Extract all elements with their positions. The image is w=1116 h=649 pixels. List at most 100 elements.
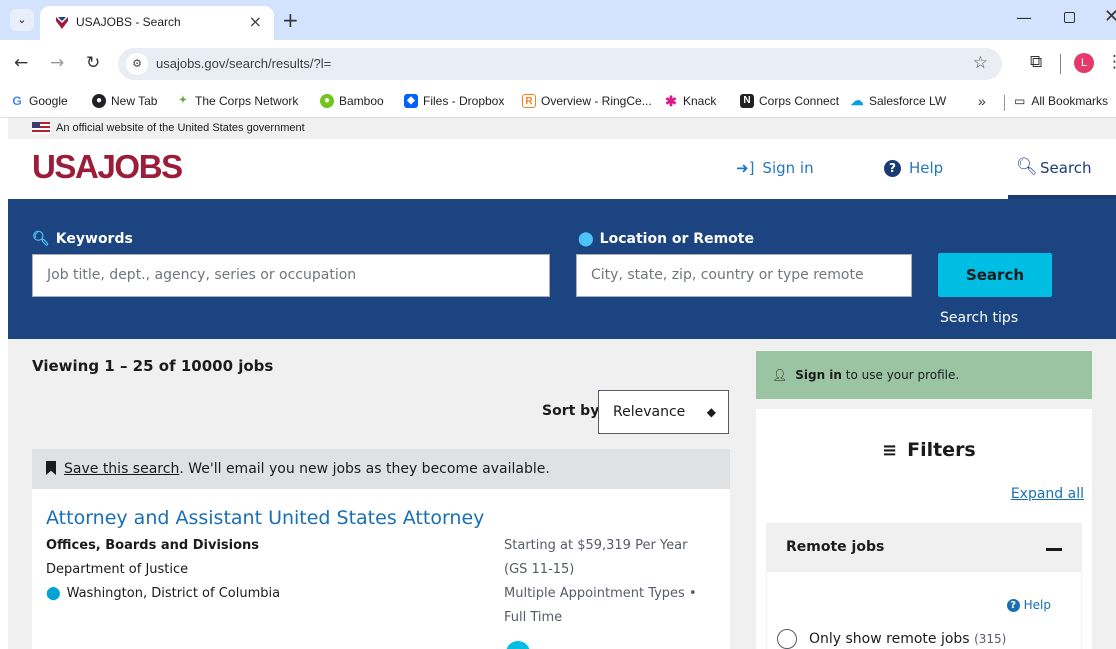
signin-prompt-link[interactable]: Sign in — [795, 368, 842, 382]
bookmark-icon — [46, 461, 56, 475]
expand-all-link[interactable]: Expand all — [1011, 486, 1084, 502]
job-location-text: Washington, District of Columbia — [66, 586, 281, 601]
sign-in-icon: ➜] — [736, 159, 755, 177]
collapse-minus-icon[interactable] — [1046, 548, 1062, 551]
job-title-link[interactable]: Attorney and Assistant United States Att… — [46, 507, 484, 529]
job-org: Offices, Boards and Divisions — [46, 538, 260, 553]
location-label: ⬤ Location or Remote — [578, 231, 754, 247]
salesforce-icon: ☁ — [850, 93, 864, 108]
chrome-icon: ● — [92, 94, 106, 108]
filter-lines-icon: ≡ — [882, 439, 898, 461]
usajobs-favicon-icon — [54, 15, 70, 31]
google-icon: G — [10, 94, 24, 108]
job-grade: (GS 11-15) — [504, 562, 575, 577]
job-department: Department of Justice — [46, 562, 189, 577]
search-tips-link[interactable]: Search tips — [940, 310, 1018, 326]
location-pin-icon: ⬤ — [578, 231, 594, 247]
nav-search-label: Search — [1040, 159, 1092, 177]
filters-sidebar: 👤︎ Sign in to use your profile. ≡ Filters… — [756, 351, 1092, 649]
save-search-link[interactable]: Save this search — [64, 461, 179, 477]
bookmarks-divider — [1004, 95, 1005, 111]
bookmark-corps-connect[interactable]: N Corps Connect — [740, 94, 839, 108]
bookmark-label: Corps Connect — [759, 94, 840, 108]
browser-menu-icon[interactable]: ⋮ — [1106, 52, 1116, 72]
nav-help[interactable]: ? Help — [884, 159, 943, 177]
window-maximize-icon[interactable] — [1064, 12, 1075, 23]
bookmark-bamboo[interactable]: ● Bamboo — [320, 94, 384, 108]
bookmark-dropbox[interactable]: ◆ Files - Dropbox — [404, 94, 504, 108]
bookmark-label: Knack — [683, 94, 717, 108]
knack-icon: ✱ — [664, 93, 678, 109]
results-count: Viewing 1 – 25 of 10000 jobs — [32, 357, 274, 375]
search-icon: 🔍︎ — [1016, 157, 1038, 177]
profile-avatar[interactable]: L — [1074, 53, 1094, 73]
browser-tab-active[interactable]: USAJOBS - Search × — [40, 6, 274, 40]
all-bookmarks-label: All Bookmarks — [1031, 94, 1109, 108]
search-button[interactable]: Search — [938, 253, 1052, 297]
site-info-icon[interactable]: ⚙ — [126, 53, 148, 75]
bookmark-label: The Corps Network — [195, 94, 299, 108]
bookmark-new-tab[interactable]: ● New Tab — [92, 94, 157, 108]
corps-connect-icon: N — [740, 94, 754, 108]
back-arrow-icon[interactable]: ← — [14, 53, 28, 73]
nav-sign-in-label: Sign in — [762, 159, 814, 177]
all-bookmarks-button[interactable]: ▭ All Bookmarks — [1014, 94, 1108, 108]
browser-toolbar: ← → ↻ ⚙ usajobs.gov/search/results/?l= ☆… — [0, 40, 1116, 88]
help-icon: ? — [1006, 598, 1020, 612]
remote-help-label: Help — [1023, 598, 1051, 612]
remote-jobs-heading[interactable]: Remote jobs — [786, 539, 884, 555]
tab-close-icon[interactable]: × — [249, 12, 262, 31]
save-search-text: . We'll email you new jobs as they becom… — [179, 461, 550, 477]
bookmark-star-icon[interactable]: ☆ — [973, 53, 988, 73]
nav-sign-in[interactable]: ➜] Sign in — [736, 159, 814, 177]
job-salary: Starting at $59,319 Per Year — [504, 538, 688, 553]
bookmark-corps-network[interactable]: ✦ The Corps Network — [176, 94, 298, 108]
extensions-icon[interactable]: ⧉ — [1030, 52, 1042, 72]
job-schedule: Full Time — [504, 610, 563, 625]
usajobs-logo[interactable]: USAJOBS — [32, 148, 183, 186]
bookmark-knack[interactable]: ✱ Knack — [664, 94, 716, 108]
remote-count: (315) — [974, 632, 1007, 646]
bookmark-label: Google — [29, 94, 68, 108]
window-close-icon[interactable]: ✕ — [1104, 6, 1116, 27]
nav-search[interactable]: 🔍︎ Search — [1008, 139, 1116, 199]
site-header: USAJOBS ➜] Sign in ? Help 🔍︎ Search — [8, 139, 1116, 199]
location-input[interactable]: City, state, zip, country or type remote — [576, 254, 912, 297]
location-label-text: Location or Remote — [599, 231, 754, 247]
bookmark-label: Files - Dropbox — [423, 94, 505, 108]
bookmark-google[interactable]: G Google — [10, 94, 68, 108]
bookmark-label: Overview - RingCe... — [541, 94, 652, 108]
forward-arrow-icon[interactable]: → — [50, 53, 64, 73]
search-icon: 🔍︎ — [32, 231, 50, 247]
job-location: ⬤ Washington, District of Columbia — [46, 586, 280, 601]
keywords-label-text: Keywords — [55, 231, 133, 247]
address-bar[interactable]: ⚙ usajobs.gov/search/results/?l= ☆ — [118, 48, 1002, 80]
filters-heading: ≡ Filters — [882, 439, 976, 461]
remote-only-text: Only show remote jobs — [809, 631, 970, 647]
window-minimize-icon[interactable]: — — [1016, 8, 1032, 27]
remote-help-link[interactable]: ? Help — [1006, 598, 1051, 612]
sort-select[interactable]: Relevance ◆ — [598, 390, 729, 434]
ringcentral-icon: R — [522, 94, 536, 108]
tab-title: USAJOBS - Search — [76, 15, 181, 29]
bookmark-ringcentral[interactable]: R Overview - RingCe... — [522, 94, 652, 108]
bookmark-salesforce[interactable]: ☁ Salesforce LW — [850, 94, 946, 108]
folder-icon: ▭ — [1014, 94, 1026, 108]
bookmarks-overflow-icon[interactable]: » — [978, 93, 986, 109]
keywords-label: 🔍︎ Keywords — [32, 231, 133, 247]
filters-panel: ≡ Filters Expand all Remote jobs ? Help … — [756, 409, 1092, 649]
url-text[interactable]: usajobs.gov/search/results/?l= — [156, 56, 331, 71]
bookmark-label: Salesforce LW — [869, 94, 947, 108]
gov-banner-text: An official website of the United States… — [56, 122, 305, 134]
job-card: Attorney and Assistant United States Att… — [32, 489, 730, 649]
reload-icon[interactable]: ↻ — [86, 53, 100, 73]
keywords-input[interactable]: Job title, dept., agency, series or occu… — [32, 254, 550, 297]
gov-banner: An official website of the United States… — [8, 118, 1116, 139]
new-tab-button[interactable]: + — [282, 8, 299, 32]
remote-only-radio[interactable] — [777, 629, 797, 649]
bamboo-icon: ● — [320, 94, 334, 108]
tab-list-button[interactable]: ⌄ — [10, 9, 34, 31]
nav-help-label: Help — [909, 159, 944, 177]
remote-only-label[interactable]: Only show remote jobs (315) — [809, 631, 1006, 647]
job-badge-icon — [506, 641, 530, 649]
